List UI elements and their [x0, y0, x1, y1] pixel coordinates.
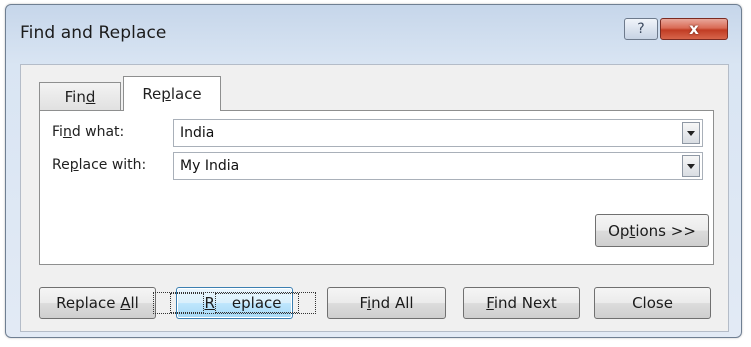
find-all-button-label: Find All — [359, 294, 414, 312]
replace-with-combobox[interactable]: My India — [173, 152, 703, 180]
replace-all-button[interactable]: Replace All — [39, 287, 156, 319]
replace-button[interactable]: Replace — [153, 287, 316, 319]
find-next-button-label: Find Next — [486, 294, 557, 312]
dialog-client-area: Find Replace Find what: India Replace wi… — [20, 64, 729, 332]
find-next-button[interactable]: Find Next — [463, 287, 580, 319]
replace-with-label: Replace with: — [52, 157, 147, 173]
window-close-button[interactable]: x — [660, 18, 728, 40]
help-button[interactable]: ? — [624, 18, 658, 40]
close-icon: x — [689, 20, 699, 38]
replace-all-button-label: Replace All — [56, 294, 139, 312]
find-all-button[interactable]: Find All — [327, 287, 446, 319]
options-button[interactable]: Options >> — [595, 214, 709, 247]
tab-replace-label: Replace — [142, 85, 202, 103]
find-what-combobox[interactable]: India — [173, 119, 703, 147]
tab-find[interactable]: Find — [39, 82, 121, 110]
find-what-label: Find what: — [52, 124, 125, 140]
tab-replace[interactable]: Replace — [123, 76, 221, 111]
close-button[interactable]: Close — [594, 287, 711, 319]
tab-find-label: Find — [64, 87, 96, 106]
find-replace-dialog: Find and Replace ? x Find Replace Find w… — [5, 4, 742, 338]
close-button-label: Close — [632, 294, 673, 312]
replace-with-input[interactable]: My India — [180, 158, 239, 174]
find-what-input[interactable]: India — [180, 125, 214, 141]
replace-button-label: Replace — [153, 292, 316, 314]
chevron-down-icon — [687, 130, 695, 136]
dialog-title: Find and Replace — [20, 23, 167, 43]
chevron-down-icon — [687, 163, 695, 169]
help-icon: ? — [637, 21, 645, 37]
replace-with-dropdown-button[interactable] — [682, 155, 700, 177]
find-what-dropdown-button[interactable] — [682, 122, 700, 144]
options-button-label: Options >> — [608, 221, 696, 240]
